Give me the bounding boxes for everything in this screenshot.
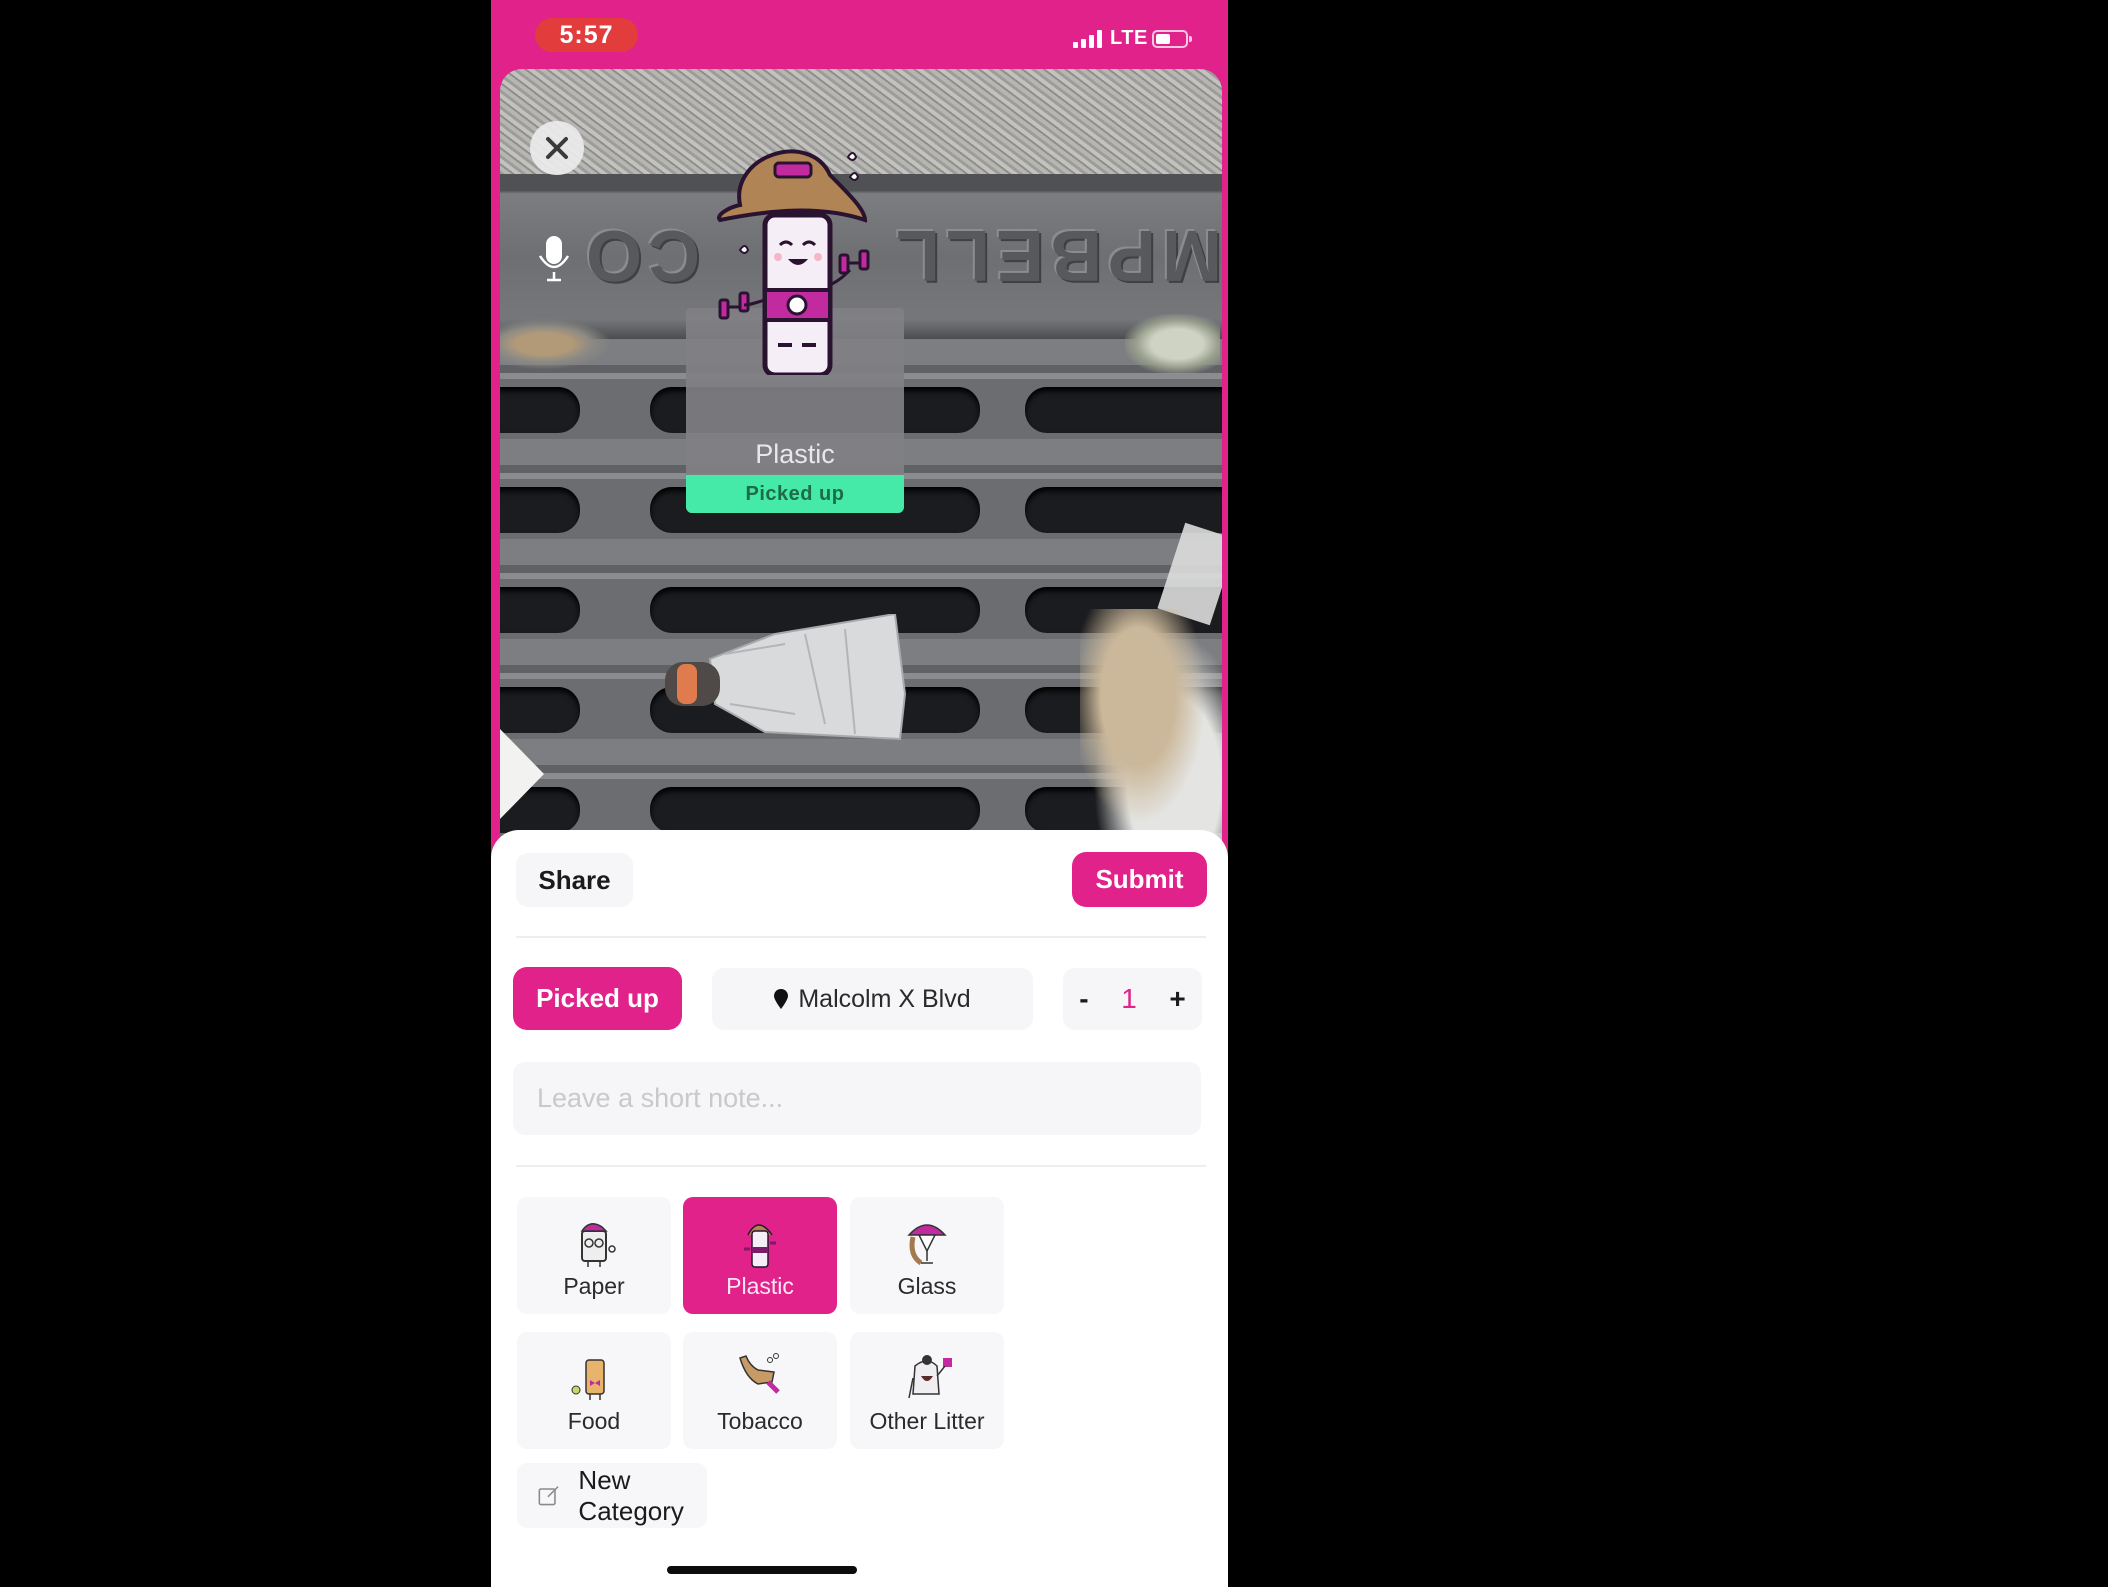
quantity-value: 1: [1121, 983, 1137, 1014]
decrement-button[interactable]: -: [1079, 983, 1088, 1015]
home-indicator[interactable]: [667, 1566, 857, 1574]
grate-slot: [500, 587, 580, 633]
glass-mascot-icon: [907, 1224, 947, 1266]
category-label: Food: [567, 1408, 621, 1434]
marker-category: Plastic: [755, 439, 835, 469]
divider: [516, 1165, 1206, 1167]
category-tile-plastic[interactable]: Plastic: [683, 1197, 837, 1314]
divider: [516, 936, 1206, 938]
category-tile-food[interactable]: Food: [517, 1332, 671, 1449]
captured-photo: CO AMPBELL Plastic Malcolm X Blvd Picked…: [500, 69, 1222, 869]
phone-screen: 5:57 LTE CO AMPBELL Plastic Malcolm X Bl…: [491, 0, 1228, 1587]
litter-debris: [500, 319, 610, 369]
grate-slot: [500, 687, 580, 733]
category-label: Plastic: [726, 1273, 794, 1299]
share-button[interactable]: Share: [516, 853, 633, 907]
new-category-button[interactable]: New Category: [517, 1463, 707, 1528]
grate-text-left: CO: [580, 215, 700, 295]
grate-slot: [500, 387, 580, 433]
plastic-bottle-litter: [665, 614, 907, 741]
tobacco-pipe-mascot-icon: [739, 1353, 780, 1394]
grate-slot: [650, 787, 980, 833]
network-type: LTE: [1110, 27, 1148, 49]
plastic-bottle-mascot-icon: [744, 1224, 776, 1268]
close-icon: [546, 137, 568, 159]
increment-button[interactable]: +: [1169, 983, 1185, 1015]
category-label: Other Litter: [869, 1408, 985, 1434]
litter-debris: [1125, 314, 1220, 374]
category-tile-glass[interactable]: Glass: [850, 1197, 1004, 1314]
litter-paper-bag: [1080, 609, 1222, 859]
report-sheet: Share Submit Picked up Malcolm X Blvd - …: [491, 830, 1228, 1587]
plastic-bottle-mascot-icon: [717, 149, 870, 375]
quantity-stepper: - 1 +: [1063, 968, 1202, 1030]
category-label: Paper: [563, 1273, 625, 1299]
grate-slot: [1025, 387, 1222, 433]
edit-icon: [538, 1485, 559, 1505]
note-input[interactable]: [513, 1062, 1201, 1135]
new-category-label: New Category: [578, 1464, 684, 1526]
category-tile-paper[interactable]: Paper: [517, 1197, 671, 1314]
signal-icon: [1073, 30, 1103, 48]
category-label: Tobacco: [717, 1408, 803, 1434]
category-label: Glass: [897, 1273, 957, 1299]
location-button[interactable]: Malcolm X Blvd: [712, 968, 1033, 1030]
status-toggle-button[interactable]: Picked up: [513, 967, 682, 1030]
microphone-icon[interactable]: [534, 234, 574, 284]
marker-status-badge: Picked up: [686, 475, 904, 513]
submit-button[interactable]: Submit: [1072, 852, 1207, 907]
food-mascot-icon: [571, 1359, 605, 1400]
grate-text-right: AMPBELL: [890, 215, 1222, 295]
map-pin-icon: [774, 989, 789, 1009]
litter-paper-scrap: [500, 729, 544, 819]
close-button[interactable]: [530, 121, 584, 175]
category-tile-other-litter[interactable]: Other Litter: [850, 1332, 1004, 1449]
other-litter-mascot-icon: [908, 1355, 952, 1399]
paper-mascot-icon: [580, 1223, 616, 1267]
battery-icon: [1152, 30, 1192, 48]
location-label: Malcolm X Blvd: [798, 984, 971, 1013]
grate-slot: [500, 487, 580, 533]
status-time: 5:57: [535, 18, 638, 52]
category-tile-tobacco[interactable]: Tobacco: [683, 1332, 837, 1449]
